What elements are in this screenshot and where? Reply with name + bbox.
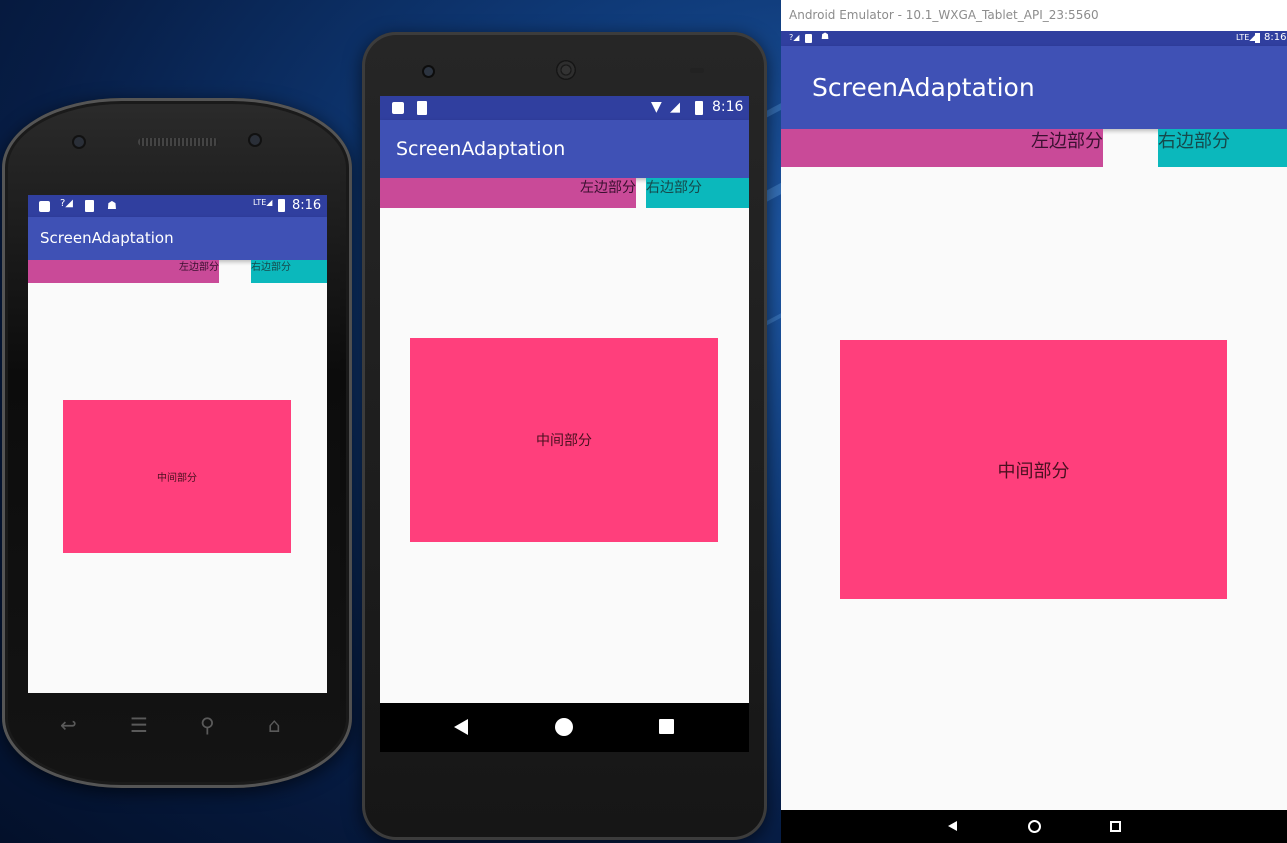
battery-charging-icon: [278, 199, 285, 212]
phone1-screen: ?◢ ☗ LTE◢ 8:16 ScreenAdaptation 左边部分 右边部…: [28, 195, 327, 693]
android-debug-icon: ☗: [107, 199, 117, 212]
right-part-label: 右边部分: [646, 180, 702, 196]
right-part: 右边部分: [1158, 129, 1287, 167]
emulator-window: Android Emulator - 10.1_WXGA_Tablet_API_…: [781, 0, 1287, 843]
phone1-front-camera: [250, 135, 260, 145]
right-part-label: 右边部分: [251, 262, 291, 273]
home-circle-icon[interactable]: [555, 718, 573, 736]
phone2-nav-bar: [380, 703, 749, 752]
status-time: 8:16: [1264, 32, 1287, 43]
notification-square-icon: [392, 102, 404, 114]
back-triangle-icon[interactable]: [454, 719, 468, 735]
phone2-earpiece: [556, 60, 576, 80]
left-part-label: 左边部分: [580, 180, 636, 196]
phone2-status-bar: ▼ ◢ 8:16: [380, 96, 749, 120]
recents-square-icon[interactable]: [659, 719, 674, 734]
tablet-nav-bar: [781, 810, 1287, 843]
lte-icon: LTE◢: [253, 198, 273, 207]
back-triangle-icon[interactable]: [948, 821, 957, 831]
sd-card-icon: [85, 200, 94, 212]
left-part: 左边部分: [28, 260, 219, 283]
phone1-hardware-nav: ↩ ☰ ⚲ ⌂: [28, 705, 327, 750]
battery-charging-icon: [1255, 33, 1260, 43]
signal-question-icon: ?◢: [60, 198, 73, 209]
center-part: 中间部分: [410, 338, 718, 542]
recents-square-icon[interactable]: [1110, 821, 1121, 832]
lte-icon: LTE◢: [1236, 33, 1256, 42]
phone2-screen: ▼ ◢ 8:16 ScreenAdaptation 左边部分 右边部分 中间部分: [380, 96, 749, 752]
sd-card-icon: [805, 34, 812, 43]
right-part-label: 右边部分: [1158, 131, 1230, 152]
app-title: ScreenAdaptation: [396, 138, 566, 160]
tablet-screen: ?◢ ☗ LTE◢ 8:16 ScreenAdaptation 左边部分 右边部…: [781, 31, 1287, 810]
center-part-label: 中间部分: [997, 460, 1070, 482]
left-part-label: 左边部分: [179, 262, 219, 273]
phone1-status-bar: ?◢ ☗ LTE◢ 8:16: [28, 195, 327, 217]
right-part: 右边部分: [251, 260, 327, 283]
phone1-earpiece: [138, 138, 218, 146]
sd-card-icon: [417, 101, 427, 115]
signal-icon: ◢: [670, 100, 680, 115]
phone2-sensor: [690, 68, 704, 73]
notification-square-icon: [39, 201, 50, 212]
phone2-front-camera: [424, 67, 433, 76]
status-time: 8:16: [712, 99, 744, 115]
menu-icon[interactable]: ☰: [130, 713, 148, 737]
center-part: 中间部分: [840, 340, 1227, 599]
android-debug-icon: ☗: [821, 32, 830, 42]
app-title: ScreenAdaptation: [40, 229, 174, 247]
app-title: ScreenAdaptation: [812, 73, 1035, 102]
battery-charging-icon: [695, 101, 703, 115]
status-time: 8:16: [292, 198, 322, 213]
back-icon[interactable]: ↩: [60, 713, 77, 737]
left-part-label: 左边部分: [1031, 131, 1103, 152]
phone1-sensor: [74, 137, 84, 147]
right-part: 右边部分: [646, 178, 749, 208]
left-part: 左边部分: [781, 129, 1103, 167]
center-part-label: 中间部分: [157, 473, 197, 484]
home-icon[interactable]: ⌂: [268, 713, 281, 737]
center-part: 中间部分: [63, 400, 291, 553]
wifi-icon: ▼: [651, 99, 662, 115]
left-part: 左边部分: [380, 178, 636, 208]
center-part-label: 中间部分: [536, 433, 592, 449]
search-icon[interactable]: ⚲: [200, 713, 215, 737]
signal-question-icon: ?◢: [789, 33, 800, 42]
home-circle-icon[interactable]: [1028, 820, 1041, 833]
tablet-status-bar: ?◢ ☗ LTE◢ 8:16: [781, 31, 1287, 46]
emulator-title-bar[interactable]: Android Emulator - 10.1_WXGA_Tablet_API_…: [781, 0, 1287, 31]
phone2-app-bar: ScreenAdaptation: [380, 120, 749, 178]
tablet-app-bar: ScreenAdaptation: [781, 46, 1287, 129]
phone1-app-bar: ScreenAdaptation: [28, 217, 327, 260]
